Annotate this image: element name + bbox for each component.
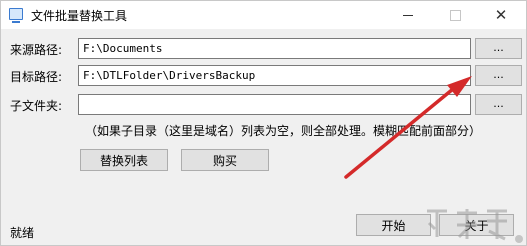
start-button[interactable]: 开始 bbox=[356, 214, 431, 236]
close-icon: ✕ bbox=[494, 5, 508, 24]
title-bar: 文件批量替换工具 ✕ bbox=[1, 1, 526, 29]
source-path-input[interactable]: F:\Documents bbox=[78, 38, 471, 59]
target-browse-button[interactable]: ... bbox=[475, 65, 522, 86]
source-browse-button[interactable]: ... bbox=[475, 38, 522, 59]
about-button[interactable]: 关于 bbox=[439, 214, 514, 236]
subfolder-input[interactable] bbox=[78, 94, 471, 115]
main-window: 文件批量替换工具 ✕ 来源路径: F:\Documents ... 目标路径: … bbox=[0, 0, 527, 246]
minimize-icon bbox=[403, 14, 413, 16]
maximize-button[interactable] bbox=[432, 1, 478, 29]
minimize-button[interactable] bbox=[385, 1, 431, 29]
replace-list-button[interactable]: 替换列表 bbox=[80, 149, 168, 171]
target-path-input[interactable]: F:\DTLFolder\DriversBackup bbox=[78, 65, 471, 86]
close-button[interactable]: ✕ bbox=[478, 1, 524, 29]
app-icon bbox=[9, 8, 23, 23]
buy-button[interactable]: 购买 bbox=[181, 149, 269, 171]
target-path-label: 目标路径: bbox=[10, 70, 63, 84]
maximize-icon bbox=[449, 9, 461, 21]
subfolder-label: 子文件夹: bbox=[10, 99, 63, 113]
subfolder-browse-button[interactable]: ... bbox=[475, 94, 522, 115]
source-path-label: 来源路径: bbox=[10, 43, 63, 57]
subfolder-hint: （如果子目录（这里是域名）列表为空，则全部处理。模糊匹配前面部分） bbox=[85, 124, 482, 138]
window-title: 文件批量替换工具 bbox=[31, 9, 128, 23]
status-text: 就绪 bbox=[10, 226, 35, 240]
